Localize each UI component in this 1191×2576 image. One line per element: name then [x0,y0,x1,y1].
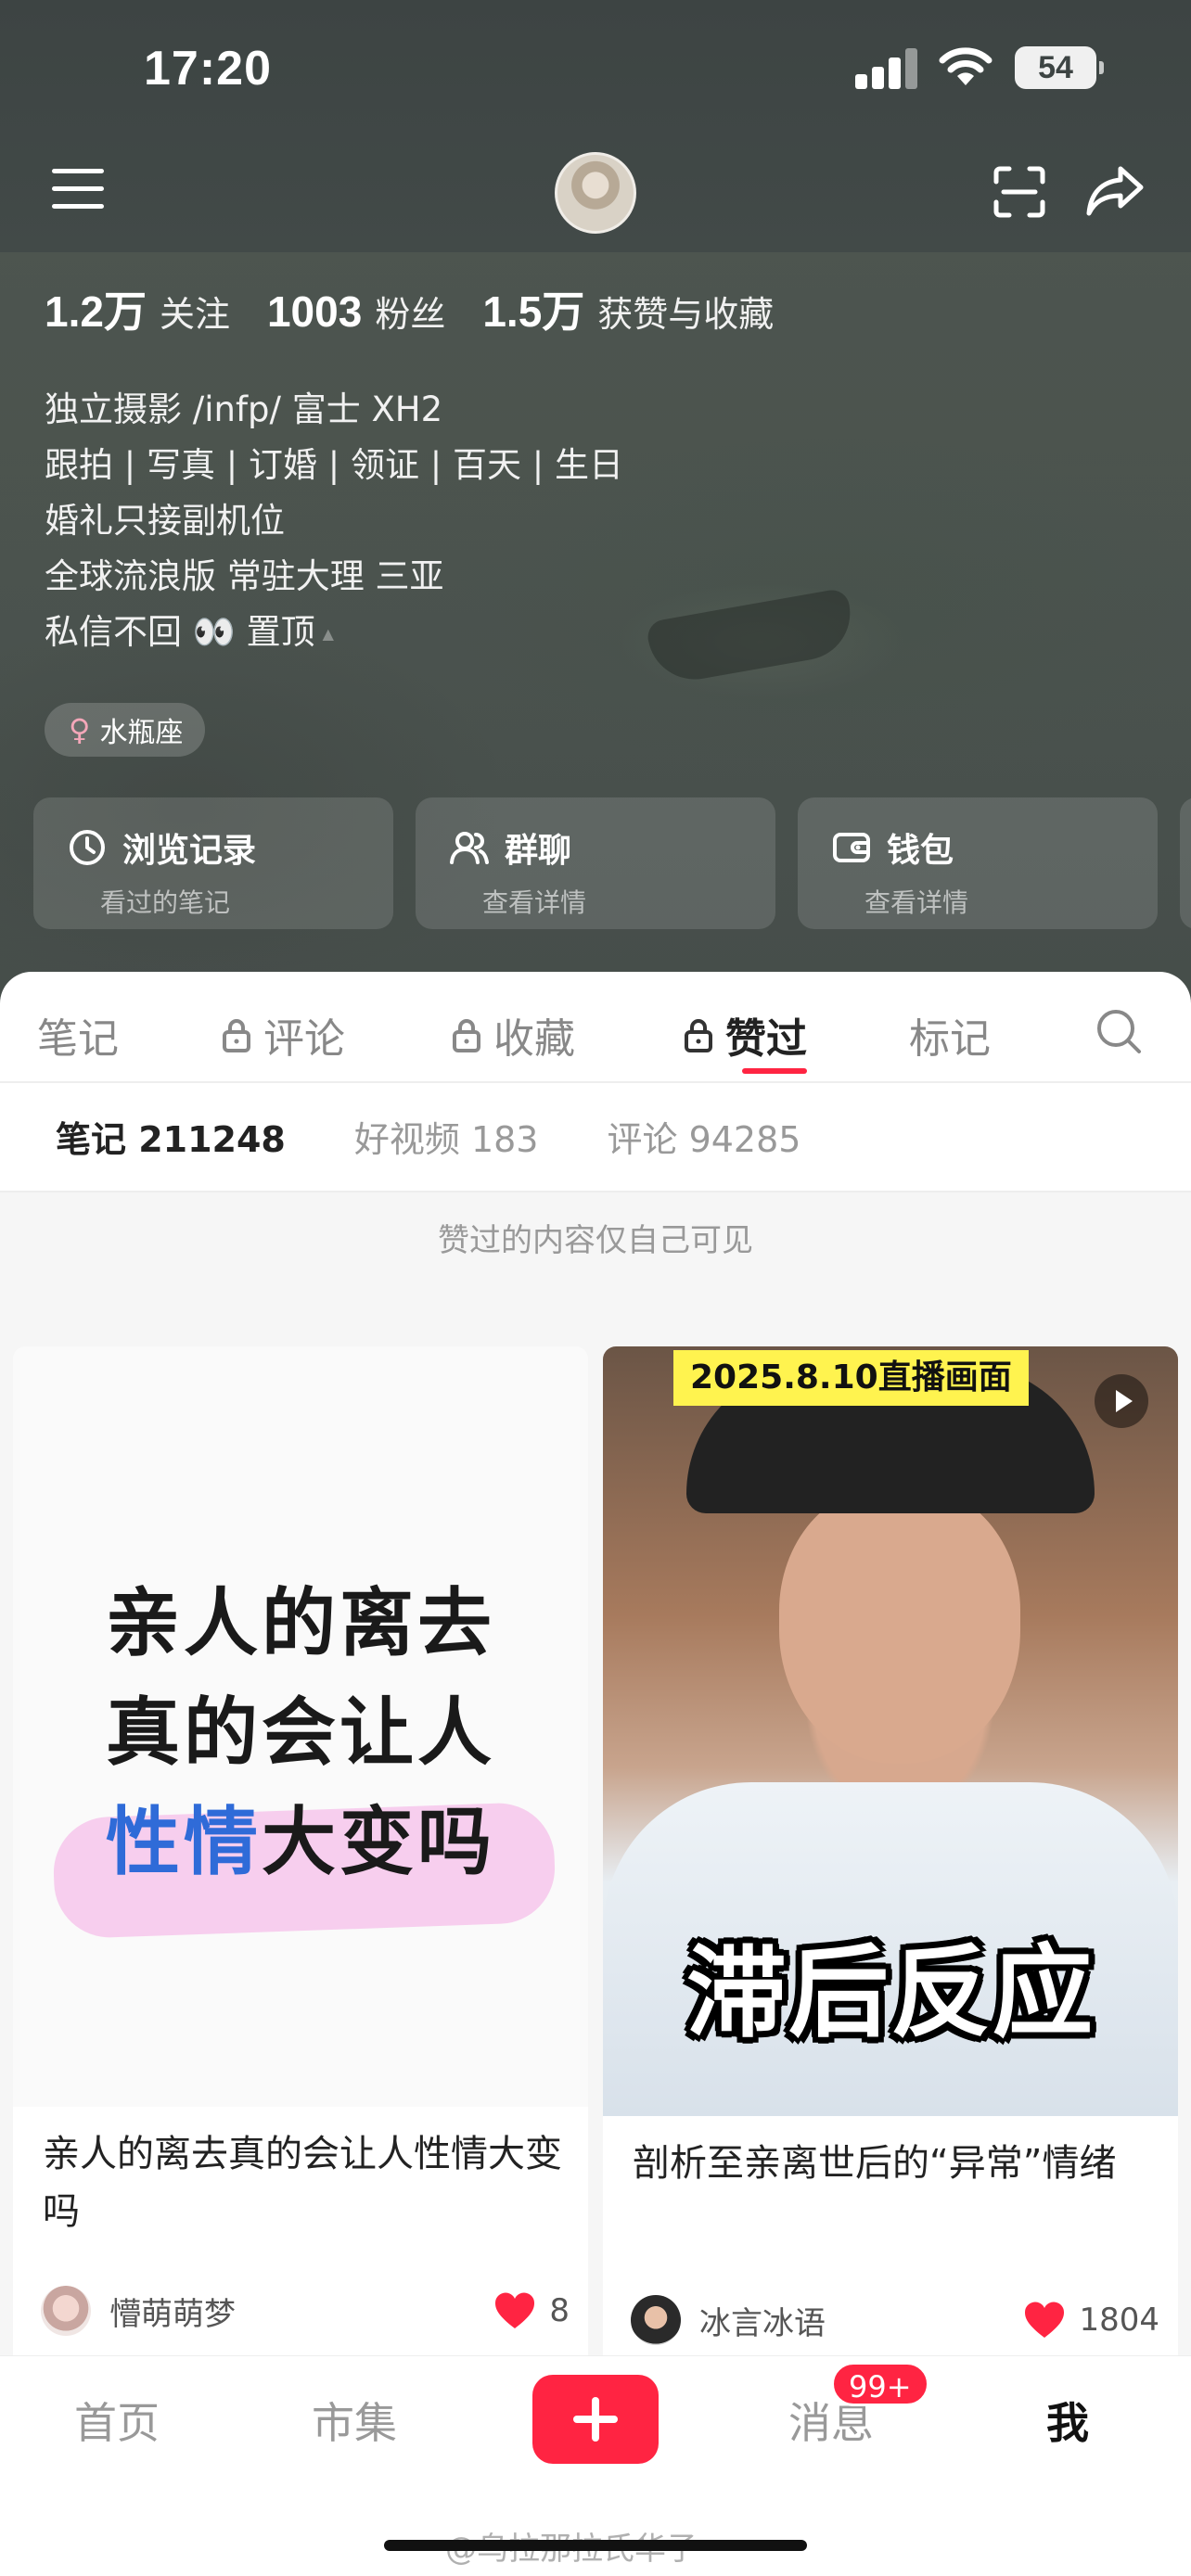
stat-likes[interactable]: 1.5万 获赞与收藏 [482,278,774,339]
avatar[interactable] [555,152,636,234]
note-footer: 冰言冰语 1804 [631,2292,1159,2348]
bottom-tab-bar: 首页 市集 消息 99+ 我 @乌拉那拉氏华子 [0,2355,1191,2576]
sub-tabs: 笔记 211248 好视频 183 评论 94285 [56,1111,869,1162]
privacy-notice: 赞过的内容仅自己可见 [438,1222,753,1259]
note-title: 剖析至亲离世后的“异常”情绪 [633,2142,1117,2185]
note-cover: 亲人的离去 真的会让人 性情大变吗 [13,1346,588,2107]
battery-icon: 54 [1015,46,1104,89]
subtab-notes[interactable]: 笔记 211248 [56,1111,286,1162]
wifi-icon [939,47,992,85]
card-group-chat[interactable]: 群聊 查看详情 [416,797,775,929]
lock-icon [453,1019,480,1052]
author-name[interactable]: 懵萌萌梦 [109,2289,493,2334]
home-indicator[interactable] [384,2540,807,2551]
cover-date-tag: 2025.8.10直播画面 [673,1350,1029,1406]
profile-header: 17:20 54 1.2万 关注 1003 粉丝 1.5万 获赞与收藏 独立摄影 /i… [0,0,1191,1011]
add-post-button[interactable] [532,2375,659,2464]
bottom-tab-me[interactable]: 我 [1046,2390,1089,2451]
divider [0,1081,1191,1083]
card-wallet[interactable]: 钱包 查看详情 [798,797,1158,929]
tab-marks[interactable]: 标记 [909,1005,991,1065]
clock-icon [70,830,105,865]
search-icon[interactable] [1095,1005,1143,1057]
top-nav [0,139,1191,250]
wallet-icon [833,833,870,862]
note-card[interactable]: 亲人的离去 真的会让人 性情大变吗 亲人的离去真的会让人性情大变吗 懵萌萌梦 8 [13,1346,588,2385]
note-title: 亲人的离去真的会让人性情大变吗 [43,2133,562,2233]
bio-line: 婚礼只接副机位 [45,501,285,541]
author-name[interactable]: 冰言冰语 [699,2298,1023,2343]
tab-liked[interactable]: 赞过 [683,1005,807,1065]
card-history[interactable]: 浏览记录 看过的笔记 [33,797,393,929]
author-avatar[interactable] [631,2295,681,2345]
heart-icon[interactable] [1023,2301,1066,2340]
stat-following[interactable]: 1.2万 关注 [45,278,230,339]
zodiac-tag: ♀ 水瓶座 [45,703,206,757]
bio-line: 独立摄影 /infp/ 富士 XH2 [45,389,443,429]
menu-icon[interactable] [52,169,104,210]
cover-text: 亲人的离去 真的会让人 性情大变吗 [106,1580,495,1885]
bio-line: 跟拍 | 写真 | 订婚 | 领证 | 百天 | 生日 [45,445,623,485]
note-footer: 懵萌萌梦 8 [41,2283,570,2339]
status-bar: 17:20 54 [0,0,1191,139]
lock-icon [223,1019,250,1052]
play-icon [1095,1374,1148,1428]
profile-bio: 独立摄影 /infp/ 富士 XH2 跟拍 | 写真 | 订婚 | 领证 | 百… [45,382,623,662]
group-icon [450,832,489,864]
subtab-comments[interactable]: 评论 94285 [608,1111,801,1162]
like-count: 1804 [1079,2302,1159,2339]
pin-top-icon: ▲ [322,624,334,643]
heart-icon[interactable] [493,2291,536,2330]
author-avatar[interactable] [41,2286,91,2336]
share-icon[interactable] [1085,163,1145,219]
subtab-videos[interactable]: 好视频 183 [354,1111,539,1162]
content-panel: 笔记 评论 收藏 赞过 标记 笔记 211248 好视频 183 评论 9428… [0,972,1191,2576]
tab-comments[interactable]: 评论 [221,1005,345,1065]
tab-notes[interactable]: 笔记 [37,1005,119,1065]
status-time: 17:20 [144,42,272,96]
like-count: 8 [549,2292,570,2329]
note-card[interactable]: 2025.8.10直播画面 滞后反应 剖析至亲离世后的“异常”情绪 冰言冰语 1… [603,1346,1178,2394]
note-cover: 2025.8.10直播画面 滞后反应 [603,1346,1178,2116]
female-icon: ♀ [69,712,91,747]
active-tab-indicator [742,1068,807,1074]
stat-followers[interactable]: 1003 粉丝 [267,286,445,337]
notification-badge: 99+ [831,2362,929,2406]
bottom-tab-home[interactable]: 首页 [74,2390,160,2451]
bio-line: 全球流浪版 常驻大理 三亚 [45,556,444,596]
card-more[interactable] [1180,797,1191,929]
cellular-signal-icon [855,48,918,89]
bottom-tab-market[interactable]: 市集 [312,2390,397,2451]
quick-cards: 浏览记录 看过的笔记 群聊 查看详情 钱包 查看详情 [33,797,1191,929]
tab-collections[interactable]: 收藏 [451,1005,575,1065]
profile-tabs: 笔记 评论 收藏 赞过 标记 [0,1005,1191,1079]
profile-stats: 1.2万 关注 1003 粉丝 1.5万 获赞与收藏 [45,278,811,339]
lock-icon [685,1019,712,1052]
bio-line: 私信不回 👀 置顶 ▲ [45,605,623,662]
scan-icon[interactable] [992,165,1046,219]
cover-text: 滞后反应 [685,1935,1095,2051]
